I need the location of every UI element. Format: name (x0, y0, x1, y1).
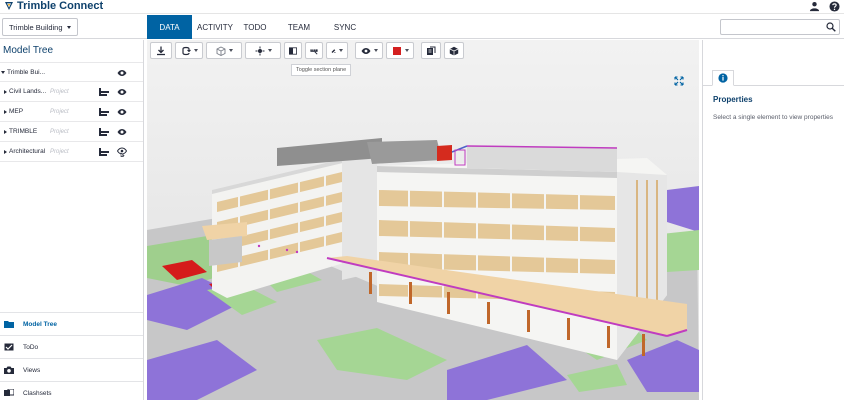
model-icon (427, 46, 436, 55)
tree-item-label: MEP (9, 108, 24, 115)
tree-item-tag: Project (50, 88, 69, 95)
chevron-down-icon (228, 49, 233, 52)
project-bar: Trimble Building DATA ACTIVITY TODO TEAM… (0, 15, 844, 39)
section-plane-button[interactable] (284, 42, 302, 59)
model-button[interactable] (421, 42, 441, 59)
layers-icon[interactable] (99, 88, 109, 96)
expand-arrow-icon[interactable] (4, 129, 7, 134)
right-panel: Properties Select a single element to vi… (702, 40, 844, 400)
camera-icon (4, 366, 14, 374)
download-button[interactable] (150, 42, 172, 59)
selection-button[interactable] (245, 42, 281, 59)
tree-item-tag: Project (50, 148, 69, 155)
tree-item-tag: Project (50, 128, 69, 135)
markup-icon (331, 48, 336, 53)
nav-model-tree[interactable]: Model Tree (0, 312, 143, 335)
eye-icon[interactable] (117, 88, 127, 96)
nav-label: Clashsets (23, 389, 52, 397)
orbit-button[interactable] (175, 42, 203, 59)
tree-row[interactable]: MEP Project (0, 102, 143, 122)
section-plane-icon (289, 46, 297, 55)
tree-row[interactable]: Civil Lands... Project (0, 82, 143, 102)
orbit-icon (181, 46, 191, 55)
object-icon (449, 46, 459, 55)
clash-icon (4, 389, 14, 397)
measure-icon (310, 48, 318, 55)
main-tabs: DATA ACTIVITY TODO TEAM SYNC (147, 15, 364, 39)
left-panel: Model Tree Trimble Bui... Civil Lands...… (0, 40, 144, 400)
search-box (720, 19, 840, 35)
nav-label: Model Tree (23, 320, 57, 328)
markup-button[interactable] (326, 42, 348, 59)
layers-icon[interactable] (99, 108, 109, 116)
download-icon (157, 46, 165, 55)
building-model-view[interactable] (147, 40, 699, 400)
nav-label: ToDo (23, 343, 39, 351)
chevron-down-icon (267, 49, 272, 52)
nav-views[interactable]: Views (0, 358, 143, 381)
color-icon (392, 46, 401, 55)
tree-row-root[interactable]: Trimble Bui... (0, 62, 143, 82)
color-button[interactable] (386, 42, 414, 59)
eye-icon[interactable] (117, 69, 127, 77)
properties-tab[interactable] (712, 70, 734, 86)
properties-title: Properties (713, 95, 753, 104)
visibility-button[interactable] (355, 42, 383, 59)
tree-item-label: TRIMBLE (9, 128, 38, 135)
tab-sync[interactable]: SYNC (326, 15, 364, 39)
expand-arrow-icon[interactable] (1, 70, 5, 74)
tab-team[interactable]: TEAM (272, 15, 326, 39)
expand-arrow-icon[interactable] (4, 149, 7, 154)
chevron-down-icon (66, 25, 71, 29)
todo-icon (4, 343, 14, 351)
trimble-logo-icon (4, 1, 14, 11)
chevron-down-icon (193, 49, 198, 52)
help-icon[interactable] (829, 1, 840, 12)
brand[interactable]: Trimble Connect (4, 0, 103, 13)
tree-item-tag: Project (50, 108, 69, 115)
app-name: Trimble Connect (17, 0, 104, 12)
expand-arrow-icon[interactable] (4, 109, 7, 114)
chevron-down-icon (339, 49, 343, 52)
properties-hint: Select a single element to view properti… (713, 114, 833, 121)
layers-icon[interactable] (99, 148, 109, 156)
viewer-toolbar (150, 42, 464, 60)
expand-arrow-icon[interactable] (4, 89, 7, 94)
tree-item-label: Architectural (9, 148, 46, 155)
view-cube-icon (216, 45, 225, 56)
eye-hover-icon[interactable] (117, 147, 127, 157)
tab-activity[interactable]: ACTIVITY (192, 15, 238, 39)
tree-item-label: Trimble Bui... (7, 68, 46, 76)
chevron-down-icon (404, 49, 409, 52)
fit-to-view-icon[interactable] (674, 76, 684, 86)
eye-icon[interactable] (117, 128, 127, 136)
tab-todo[interactable]: TODO (238, 15, 272, 39)
nav-todo[interactable]: ToDo (0, 335, 143, 358)
tree-row[interactable]: TRIMBLE Project (0, 122, 143, 142)
tree-item-label: Civil Lands... (9, 88, 47, 95)
selection-icon (255, 46, 264, 55)
visibility-icon (361, 47, 370, 54)
panel-title: Model Tree (3, 45, 54, 56)
search-input[interactable] (724, 20, 824, 34)
nav-clashsets[interactable]: Clashsets (0, 381, 143, 404)
project-name: Trimble Building (9, 22, 63, 32)
top-bar: Trimble Connect (0, 0, 844, 14)
info-icon (718, 73, 728, 83)
view-cube-button[interactable] (206, 42, 242, 59)
3d-viewer[interactable]: Toggle section plane (147, 40, 699, 400)
tab-data[interactable]: DATA (147, 15, 192, 39)
user-icon[interactable] (809, 1, 820, 12)
tooltip: Toggle section plane (291, 64, 352, 76)
nav-label: Views (23, 366, 41, 374)
chevron-down-icon (373, 49, 378, 52)
layers-icon[interactable] (99, 128, 109, 136)
search-icon[interactable] (826, 22, 836, 32)
folder-icon (4, 320, 14, 328)
eye-icon[interactable] (117, 108, 127, 116)
object-button[interactable] (444, 42, 464, 59)
measure-button[interactable] (305, 42, 323, 59)
tree-row[interactable]: Architectural Project (0, 142, 143, 162)
project-selector[interactable]: Trimble Building (2, 18, 78, 36)
